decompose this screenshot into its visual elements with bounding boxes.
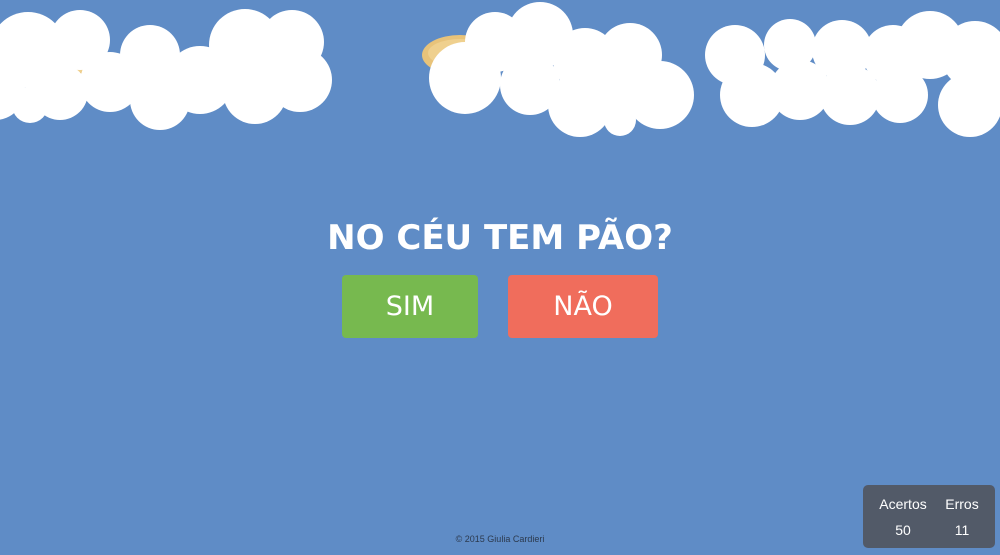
hits-value: 50 xyxy=(895,522,911,538)
clouds-layer xyxy=(0,2,1000,137)
errors-value: 11 xyxy=(954,522,970,538)
hits-label: Acertos xyxy=(879,496,927,512)
cloud-left xyxy=(0,9,332,130)
cloud-center xyxy=(429,2,694,137)
copyright-footer: © 2015 Giulia Cardieri xyxy=(455,534,545,544)
errors-column: Erros 11 xyxy=(941,496,983,538)
cloud-right xyxy=(705,11,1000,137)
no-button[interactable]: NÃO xyxy=(508,275,658,338)
sky-background: NO CÉU TEM PÃO? SIM NÃO © 2015 Giulia Ca… xyxy=(0,0,1000,555)
question-title: NO CÉU TEM PÃO? xyxy=(327,218,673,258)
yes-button[interactable]: SIM xyxy=(342,275,478,338)
score-panel: Acertos 50 Erros 11 xyxy=(863,485,995,548)
errors-label: Erros xyxy=(945,496,979,512)
hits-column: Acertos 50 xyxy=(875,496,931,538)
